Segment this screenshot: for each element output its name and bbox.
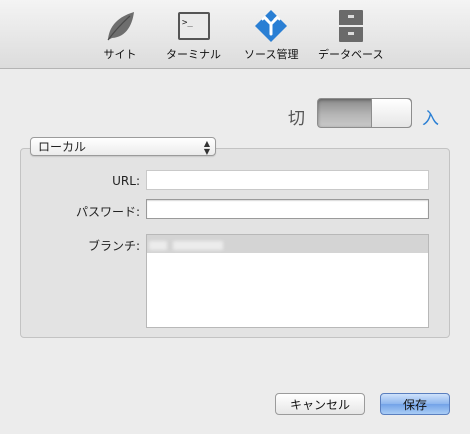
toolbar-item-site[interactable]: サイト (100, 8, 140, 62)
toolbar-item-database[interactable]: データベース (318, 8, 383, 62)
leaf-icon (100, 8, 140, 44)
toggle-off-label: 切 (288, 109, 305, 129)
list-item[interactable] (147, 235, 428, 253)
redacted-text (149, 241, 167, 250)
password-input[interactable] (146, 199, 429, 219)
svg-text:>_: >_ (182, 18, 193, 28)
branch-list[interactable] (146, 234, 429, 328)
source-type-value: ローカル (38, 140, 87, 154)
toolbar-item-label: ターミナル (166, 48, 221, 61)
toggle-knob[interactable] (371, 99, 411, 127)
url-input[interactable] (146, 170, 429, 190)
preferences-toolbar: サイト >_ ターミナル ソース管理 データベース (0, 0, 470, 69)
source-control-icon (251, 8, 291, 44)
save-button[interactable]: 保存 (380, 393, 450, 415)
source-type-popup[interactable]: ローカル ▲ ▼ (30, 137, 216, 156)
branch-label: ブランチ: (87, 239, 140, 253)
terminal-icon: >_ (174, 8, 214, 44)
password-label: パスワード: (75, 205, 140, 219)
toolbar-item-label: ソース管理 (244, 48, 299, 61)
toggle-on-label: 入 (422, 109, 439, 129)
redacted-text (173, 241, 223, 250)
toolbar-item-label: データベース (318, 48, 384, 61)
enable-toggle-switch[interactable] (317, 98, 412, 128)
enable-toggle-row: 切 入 (0, 96, 470, 132)
toolbar-item-label: サイト (103, 48, 137, 61)
toolbar-item-source-control[interactable]: ソース管理 (244, 8, 298, 62)
popup-arrows-icon: ▲ ▼ (203, 138, 210, 156)
url-label: URL: (112, 174, 140, 188)
toolbar-item-terminal[interactable]: >_ ターミナル (166, 8, 221, 62)
cancel-button[interactable]: キャンセル (275, 393, 365, 415)
database-icon (331, 8, 371, 44)
